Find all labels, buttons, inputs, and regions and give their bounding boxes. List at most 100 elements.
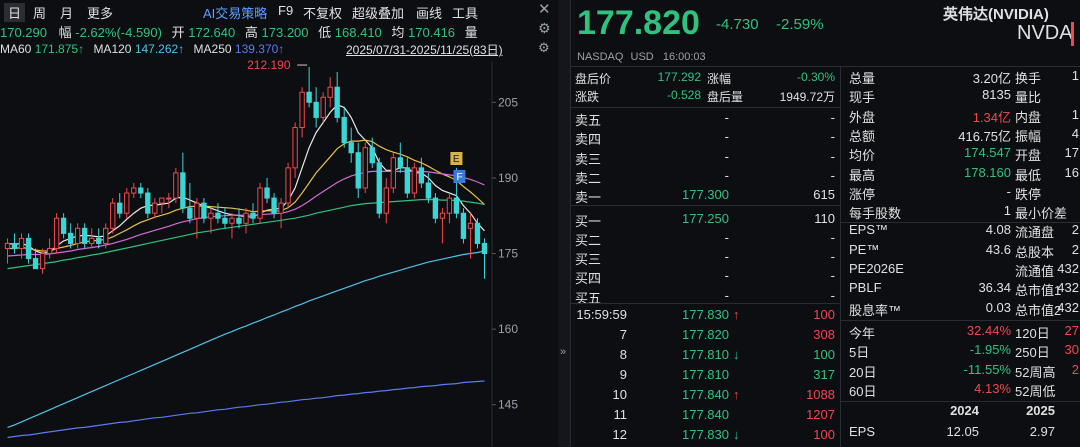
candle[interactable] [306, 67, 312, 108]
candle-body [376, 162, 382, 214]
return-value2: 30 [1064, 342, 1079, 358]
stat-value2: 1 [1071, 106, 1079, 122]
candle-body [397, 157, 403, 169]
candle[interactable] [481, 238, 488, 279]
candle[interactable] [46, 238, 53, 259]
candle[interactable] [81, 223, 88, 249]
candle[interactable] [11, 233, 18, 254]
orderbook-price[interactable]: - [667, 129, 729, 144]
orderbook-price[interactable]: - [667, 110, 729, 125]
orderbook-price[interactable]: - [667, 149, 729, 164]
candle[interactable] [467, 213, 474, 259]
candle-body [348, 142, 354, 154]
orderbook-volume: - [830, 229, 835, 245]
candle[interactable] [376, 157, 382, 219]
stat-value: 43.6 [985, 241, 1011, 257]
stat-label: 均价 [849, 148, 876, 164]
price-change-pct: -2.59% [776, 16, 824, 33]
candle[interactable] [74, 223, 81, 249]
panel-divider[interactable]: » [558, 0, 571, 447]
candle[interactable] [264, 177, 270, 204]
orderbook-price[interactable]: 177.300 [667, 187, 729, 202]
orderbook-price[interactable]: 177.250 [667, 211, 729, 226]
candle[interactable] [320, 92, 326, 123]
candle[interactable] [390, 152, 396, 194]
candle[interactable] [152, 198, 158, 219]
candle[interactable] [89, 228, 95, 249]
stat-value2: 432 [1057, 261, 1079, 276]
candle[interactable] [439, 208, 446, 244]
candle[interactable] [215, 203, 221, 224]
stat-label: PBLF [849, 280, 882, 296]
candle[interactable] [145, 188, 151, 219]
candle[interactable] [229, 213, 235, 239]
candle[interactable] [222, 208, 228, 229]
candle[interactable] [404, 157, 411, 199]
tick-direction-icon: ↓ [733, 427, 740, 442]
candle[interactable] [411, 162, 418, 199]
y-tick-label: 145 [498, 398, 518, 412]
tick-volume: 100 [813, 427, 835, 442]
candle[interactable] [446, 193, 453, 224]
candle[interactable] [348, 127, 354, 163]
candle[interactable] [187, 182, 193, 224]
orderbook-price[interactable]: - [667, 268, 729, 283]
candle[interactable] [159, 197, 165, 214]
candle[interactable] [327, 77, 333, 108]
candle[interactable] [341, 107, 347, 148]
candle[interactable] [208, 208, 214, 234]
candle[interactable] [124, 188, 130, 219]
return-label2: 52周低 [1015, 383, 1056, 399]
candle[interactable] [460, 208, 467, 244]
candle-body [166, 197, 172, 200]
orderbook-price[interactable]: - [667, 168, 729, 183]
kline-plot[interactable]: 205 190 175 160 145 212.190 EF [0, 0, 558, 447]
candle[interactable] [243, 208, 249, 234]
candle[interactable] [166, 193, 172, 209]
candle[interactable] [138, 182, 144, 199]
event-marker-e-label: E [453, 154, 460, 165]
candle[interactable] [299, 87, 305, 138]
candle[interactable] [96, 228, 102, 249]
candle[interactable] [131, 182, 137, 199]
candle[interactable] [25, 233, 32, 264]
candle[interactable] [292, 122, 298, 178]
divider [571, 303, 840, 304]
candle[interactable] [180, 152, 186, 214]
orderbook-price[interactable]: - [667, 230, 729, 245]
candle[interactable] [362, 142, 368, 194]
stat-value: - [1006, 183, 1011, 199]
after-hours-value2: 1949.72万 [779, 90, 835, 104]
candle[interactable] [474, 218, 481, 249]
candle[interactable] [383, 177, 389, 224]
candle[interactable] [173, 167, 179, 204]
candle[interactable] [257, 182, 263, 224]
candle[interactable] [285, 162, 291, 209]
candle[interactable] [278, 198, 284, 229]
candle[interactable] [201, 198, 207, 224]
kline-chart[interactable]: 日 周 月 更多 AI交易策略 F9 不复权 超级叠加 画线 工具 ✕ 170.… [0, 0, 559, 447]
candle-body [173, 172, 179, 199]
candle[interactable] [117, 193, 123, 219]
orderbook-price[interactable]: - [667, 288, 729, 303]
candle[interactable] [4, 238, 11, 264]
candle[interactable] [271, 193, 277, 219]
ma-line [7, 380, 485, 439]
candle-body [369, 147, 375, 164]
candle-body [11, 242, 18, 249]
candle[interactable] [53, 213, 60, 254]
expand-icon[interactable]: » [560, 346, 566, 358]
orderbook-price[interactable]: - [667, 249, 729, 264]
candle[interactable] [39, 248, 46, 274]
candle[interactable] [250, 203, 256, 224]
candle[interactable] [432, 193, 439, 224]
candle[interactable] [313, 87, 319, 128]
stat-value2: 432 [1057, 280, 1079, 296]
candle[interactable] [334, 72, 340, 123]
candle[interactable] [236, 208, 242, 229]
return-value2: 27 [1064, 323, 1079, 338]
y-tick-label: 175 [498, 247, 518, 261]
candle[interactable] [60, 213, 67, 239]
candle[interactable] [110, 198, 116, 234]
candle[interactable] [355, 142, 361, 199]
